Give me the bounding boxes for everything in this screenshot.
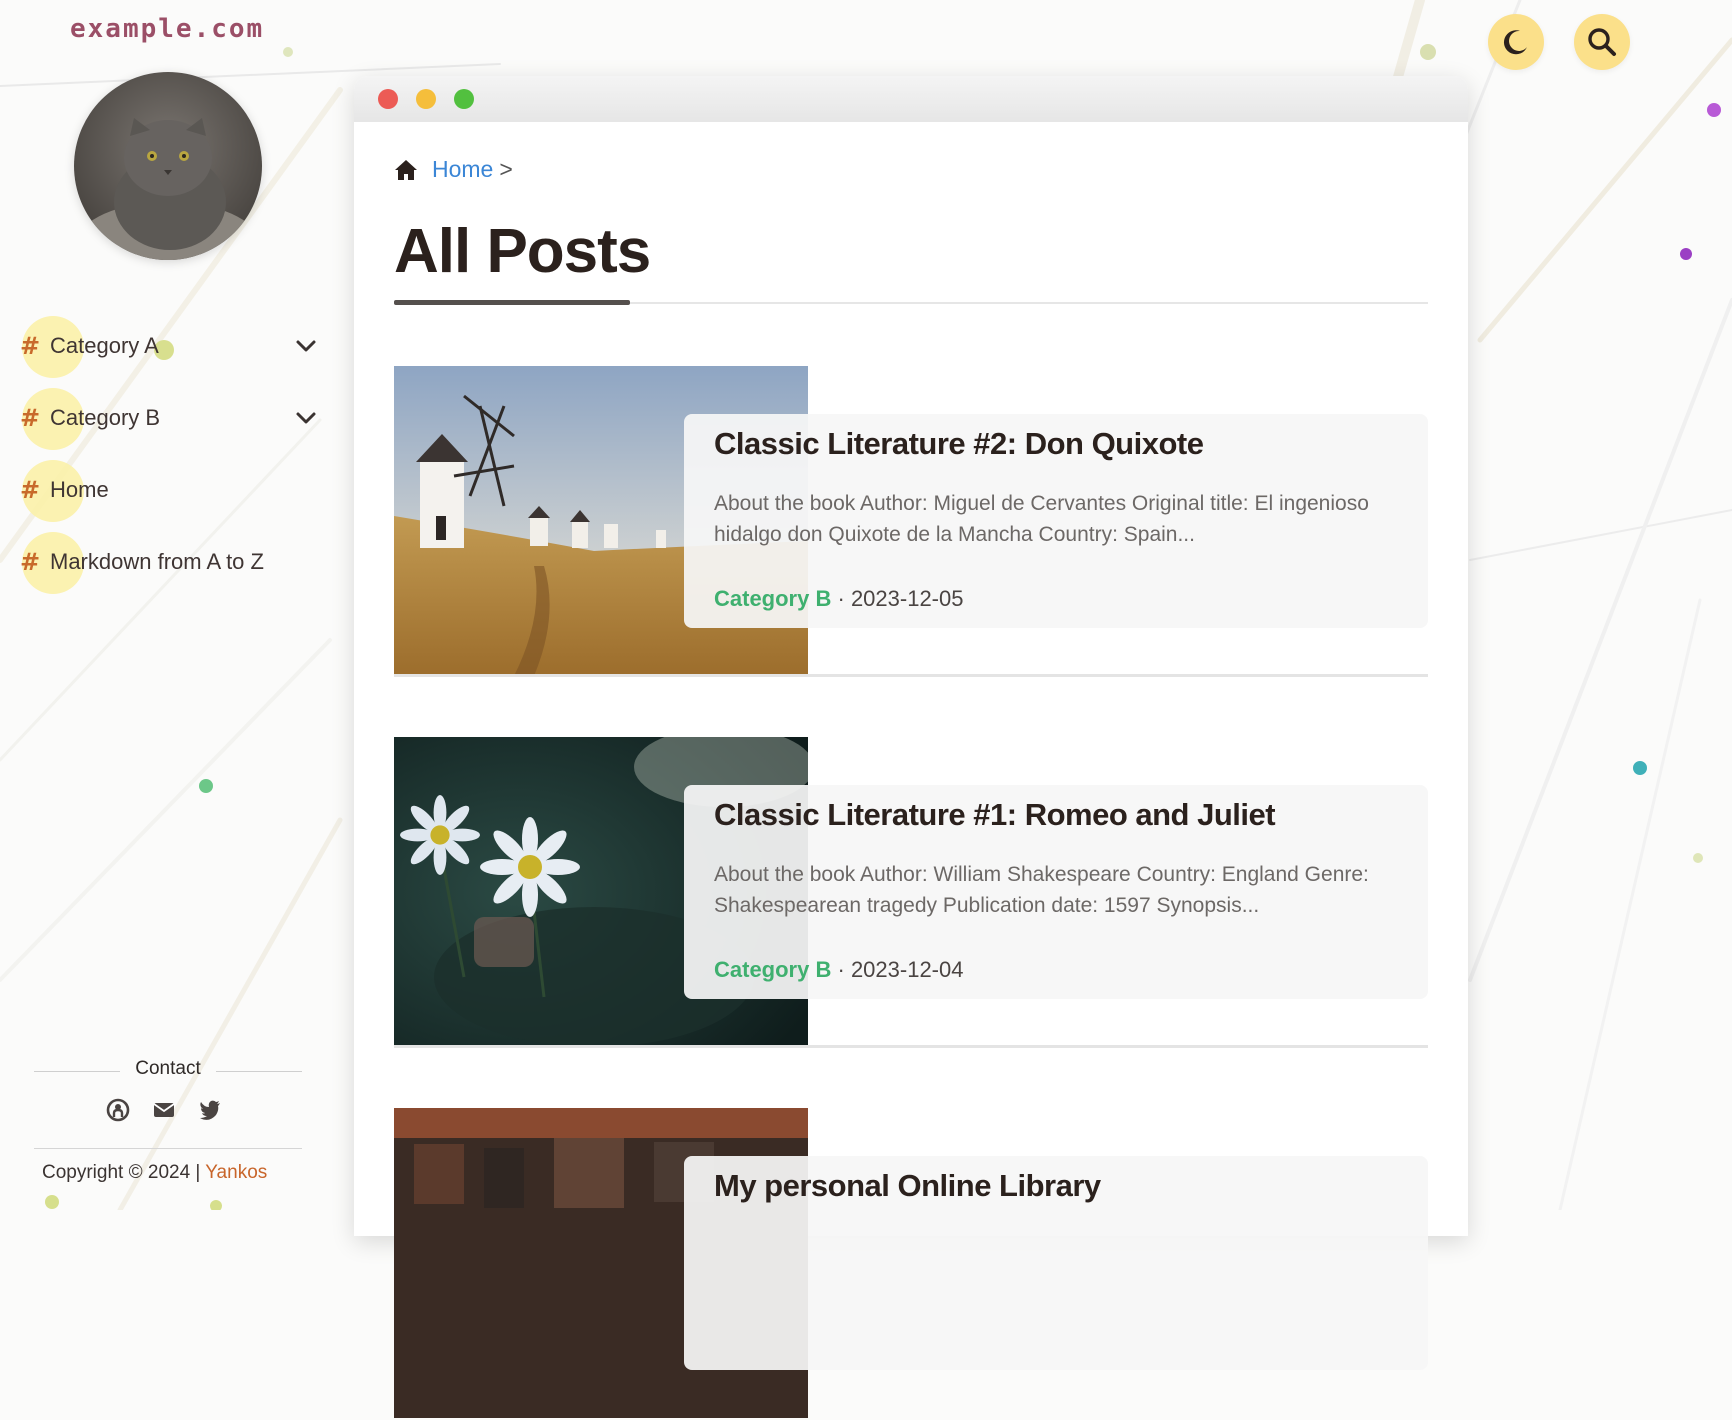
sidebar-item-label: Home (50, 477, 109, 502)
moon-icon (1503, 30, 1527, 55)
twitter-icon[interactable] (198, 1098, 222, 1122)
contact-heading: Contact (135, 1058, 201, 1079)
sidebar-item-label: Markdown from A to Z (50, 549, 264, 574)
post-item[interactable]: Classic Literature #1: Romeo and Juliet … (394, 737, 1428, 1049)
dark-mode-toggle[interactable] (1488, 14, 1544, 70)
post-item[interactable]: My personal Online Library (394, 1108, 1428, 1420)
hash-icon: # (20, 476, 41, 504)
copyright-text: Copyright © 2024 | (42, 1162, 201, 1183)
window-titlebar (354, 76, 1468, 122)
title-underline (394, 300, 630, 305)
page-title: All Posts (394, 217, 651, 286)
divider (34, 1148, 302, 1149)
close-dot[interactable] (378, 89, 398, 109)
home-icon[interactable] (394, 159, 418, 181)
post-card: Classic Literature #1: Romeo and Juliet … (684, 785, 1428, 999)
hash-icon: # (20, 548, 41, 576)
breadcrumb-home-link[interactable]: Home (432, 156, 493, 183)
post-date: 2023-12-05 (850, 586, 964, 611)
breadcrumb: Home > (394, 156, 513, 183)
email-icon[interactable] (152, 1098, 176, 1122)
post-divider (394, 1045, 1428, 1048)
author-link[interactable]: Yankos (205, 1162, 267, 1183)
chevron-down-icon[interactable] (294, 334, 318, 358)
post-meta: Category B · 2023-12-04 (714, 957, 963, 983)
post-divider (394, 674, 1428, 677)
sidebar-item-label: Category B (50, 405, 161, 430)
breadcrumb-separator: > (499, 156, 513, 182)
post-category-link[interactable]: Category B (714, 957, 831, 982)
avatar (74, 72, 262, 260)
post-title[interactable]: My personal Online Library (714, 1168, 1101, 1204)
search-button[interactable] (1574, 14, 1630, 70)
copyright: Copyright © 2024 | Yankos (42, 1162, 267, 1184)
post-item[interactable]: Classic Literature #2: Don Quixote About… (394, 366, 1428, 678)
meta-separator: · (837, 586, 845, 611)
sidebar-item-category-a[interactable]: # Category A (0, 310, 330, 382)
post-card: My personal Online Library (684, 1156, 1428, 1370)
post-card: Classic Literature #2: Don Quixote About… (684, 414, 1428, 628)
sidebar-item-category-b[interactable]: # Category B (0, 382, 330, 454)
meta-separator: · (837, 957, 845, 982)
social-links (106, 1098, 222, 1122)
main-window: Home > All Posts Classic Literature #2: … (354, 76, 1468, 1418)
post-date: 2023-12-04 (850, 957, 964, 982)
sidebar-item-home[interactable]: # Home (0, 454, 330, 526)
maximize-dot[interactable] (454, 89, 474, 109)
hash-icon: # (20, 332, 41, 360)
site-name[interactable]: example.com (70, 14, 264, 44)
post-category-link[interactable]: Category B (714, 586, 831, 611)
post-title[interactable]: Classic Literature #2: Don Quixote (714, 426, 1204, 462)
post-excerpt: About the book Author: Miguel de Cervant… (714, 492, 1369, 546)
post-title[interactable]: Classic Literature #1: Romeo and Juliet (714, 797, 1276, 833)
sidebar-item-label: Category A (50, 333, 159, 358)
post-meta: Category B · 2023-12-05 (714, 586, 963, 612)
chevron-down-icon[interactable] (294, 406, 318, 430)
post-excerpt: About the book Author: William Shakespea… (714, 863, 1369, 917)
category-nav: # Category A # Category B # Home # Markd… (0, 310, 330, 598)
search-icon (1588, 28, 1616, 56)
hash-icon: # (20, 404, 41, 432)
minimize-dot[interactable] (416, 89, 436, 109)
sidebar-item-markdown[interactable]: # Markdown from A to Z (0, 526, 330, 598)
github-icon[interactable] (106, 1098, 130, 1122)
